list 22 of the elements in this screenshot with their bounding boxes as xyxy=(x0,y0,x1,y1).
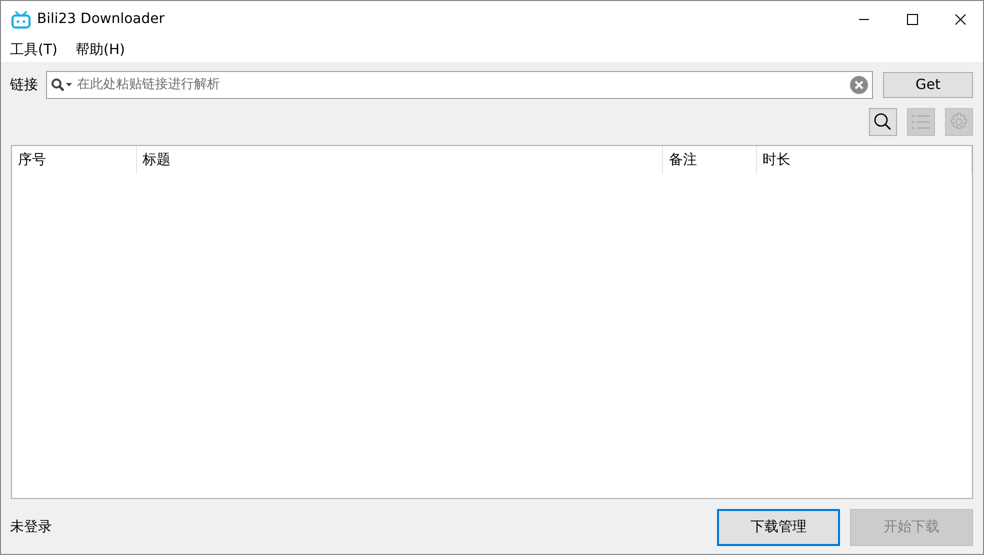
menu-item[interactable]: 工具(T) xyxy=(5,40,62,60)
search-icon xyxy=(873,112,893,132)
search-button[interactable] xyxy=(869,108,897,136)
column-header[interactable]: 时长 xyxy=(756,146,972,174)
url-field[interactable]: 在此处粘贴链接进行解析 xyxy=(46,71,873,99)
column-header[interactable]: 备注 xyxy=(662,146,757,174)
settings-icon xyxy=(949,112,969,132)
link-label: 链接 xyxy=(10,76,38,94)
get-button[interactable]: Get xyxy=(883,72,973,98)
column-header[interactable]: 序号 xyxy=(12,146,137,174)
window-title: Bili23 Downloader xyxy=(37,10,164,29)
menu-item[interactable]: 帮助(H) xyxy=(70,40,130,60)
column-header[interactable]: 标题 xyxy=(136,146,663,174)
search-icon[interactable] xyxy=(51,78,73,92)
app-logo-icon xyxy=(11,10,31,28)
url-input[interactable]: 在此处粘贴链接进行解析 xyxy=(73,75,850,95)
maximize-icon xyxy=(906,14,918,25)
action-button[interactable]: 下载管理 xyxy=(717,509,840,546)
list-icon xyxy=(911,112,931,132)
login-status: 未登录 xyxy=(10,518,53,537)
close-icon xyxy=(954,14,966,25)
clear-icon[interactable] xyxy=(850,76,868,94)
